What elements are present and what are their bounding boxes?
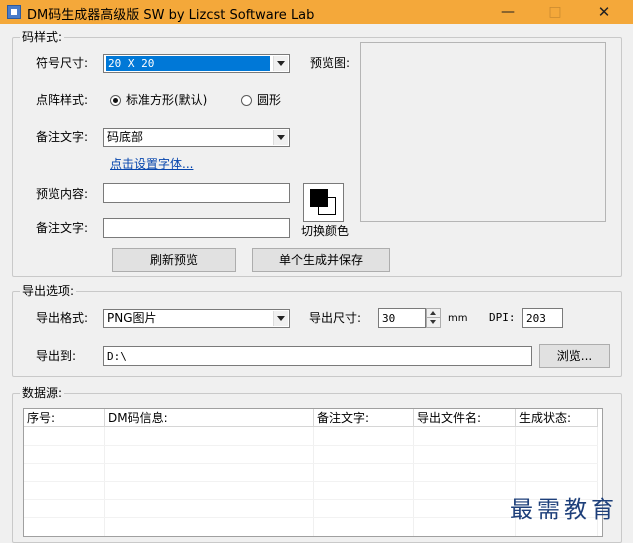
close-button[interactable]: ✕ <box>582 0 626 24</box>
chevron-down-icon[interactable] <box>273 311 288 326</box>
column-divider <box>104 427 105 536</box>
maximize-button[interactable]: □ <box>533 0 577 24</box>
note-text-label: 备注文字: <box>36 130 89 144</box>
dot-style-square-label[interactable]: 标准方形(默认) <box>126 92 207 108</box>
export-path-input[interactable]: D:\ <box>103 346 532 366</box>
column-header-status[interactable]: 生成状态: <box>516 409 598 427</box>
symbol-size-label: 符号尺寸: <box>36 56 89 70</box>
dot-style-circle-radio[interactable] <box>241 95 252 106</box>
preview-image-area <box>360 42 606 222</box>
export-format-select[interactable]: PNG图片 <box>103 309 290 328</box>
column-divider <box>313 427 314 536</box>
preview-content-input[interactable] <box>103 183 290 203</box>
dot-style-circle-label[interactable]: 圆形 <box>257 92 281 108</box>
column-header-dm-info[interactable]: DM码信息: <box>105 409 314 427</box>
browse-button[interactable]: 浏览... <box>539 344 610 368</box>
watermark-text: 最需教育 <box>510 497 618 523</box>
dpi-label: DPI: <box>489 311 516 324</box>
symbol-size-select[interactable]: 20 X 20 <box>103 54 290 73</box>
foreground-color-swatch <box>310 189 328 207</box>
dpi-value: 203 <box>526 312 546 325</box>
refresh-preview-button[interactable]: 刷新预览 <box>112 248 236 272</box>
note-text2-input[interactable] <box>103 218 290 238</box>
export-format-value: PNG图片 <box>107 311 157 325</box>
row-divider <box>24 481 598 482</box>
note-text-value: 码底部 <box>107 130 144 144</box>
column-header-index[interactable]: 序号: <box>24 409 105 427</box>
spin-down-icon[interactable] <box>430 320 436 324</box>
chevron-down-icon[interactable] <box>273 56 288 71</box>
datasource-group-title: 数据源: <box>20 386 65 400</box>
app-icon <box>7 5 21 19</box>
row-divider <box>24 463 598 464</box>
column-divider <box>413 427 414 536</box>
code-style-group-title: 码样式: <box>20 30 65 44</box>
preview-content-label: 预览内容: <box>36 187 89 201</box>
note-text2-label: 备注文字: <box>36 221 89 235</box>
set-font-link[interactable]: 点击设置字体... <box>110 155 193 172</box>
dot-style-square-radio[interactable] <box>110 95 121 106</box>
symbol-size-value: 20 X 20 <box>106 56 270 71</box>
spin-up-icon[interactable] <box>430 311 436 315</box>
dpi-input[interactable]: 203 <box>522 308 563 328</box>
preview-label: 预览图: <box>310 56 351 70</box>
export-path-value: D:\ <box>107 350 127 363</box>
window-title: DM码生成器高级版 SW by Lizcst Software Lab <box>27 8 315 23</box>
export-size-spinner[interactable] <box>426 308 441 328</box>
export-to-label: 导出到: <box>36 349 77 363</box>
column-header-note[interactable]: 备注文字: <box>314 409 414 427</box>
minimize-button[interactable]: — <box>486 0 530 24</box>
export-size-unit: mm <box>448 313 468 324</box>
export-format-label: 导出格式: <box>36 311 89 325</box>
column-header-filename[interactable]: 导出文件名: <box>414 409 516 427</box>
export-size-value: 30 <box>382 312 396 325</box>
export-size-label: 导出尺寸: <box>309 311 362 325</box>
color-swatch-button[interactable] <box>303 183 344 222</box>
row-divider <box>24 445 598 446</box>
export-size-input[interactable]: 30 <box>378 308 426 328</box>
chevron-down-icon[interactable] <box>273 130 288 145</box>
generate-save-button[interactable]: 单个生成并保存 <box>252 248 390 272</box>
export-options-group-title: 导出选项: <box>20 284 77 298</box>
note-text-select[interactable]: 码底部 <box>103 128 290 147</box>
dot-style-label: 点阵样式: <box>36 93 89 107</box>
switch-color-label[interactable]: 切换颜色 <box>301 223 349 239</box>
